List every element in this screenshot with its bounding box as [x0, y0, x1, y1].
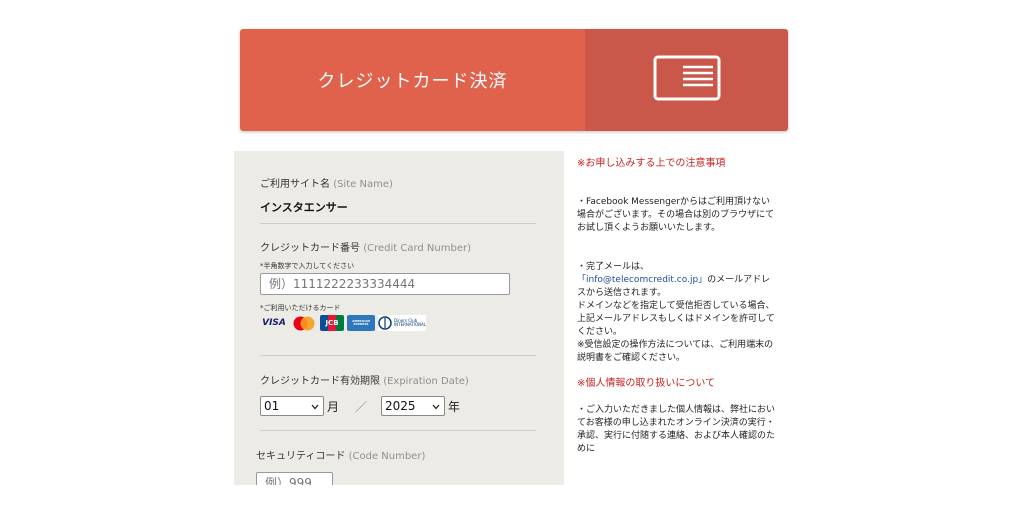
accepted-cards-label: *ご利用いただけるカード	[260, 304, 341, 312]
banner-title: クレジットカード決済	[240, 29, 585, 131]
visa-logo: VISA	[262, 318, 286, 328]
site-name-value: インスタエンサー	[260, 201, 348, 214]
amex-logo: AMERICAN EXPRESS	[347, 315, 375, 331]
security-code-label: セキュリティコード (Code Number)	[256, 451, 426, 462]
notice-heading: ※お申し込みする上での注意事項	[577, 158, 726, 169]
expiration-month-select[interactable]: 01	[260, 396, 324, 416]
receive-settings-notice: ※受信設定の操作方法については、ご利用端末の説明書をご確認ください。	[577, 340, 774, 363]
expiration-label: クレジットカード有効期限 (Expiration Date)	[260, 376, 469, 387]
sender-email-link[interactable]: 「info@telecomcredit.co.jp」	[577, 275, 707, 285]
banner-icon-area	[585, 29, 788, 131]
mastercard-logo	[291, 315, 317, 331]
chevron-down-icon	[311, 399, 319, 413]
divider	[260, 223, 536, 224]
chevron-down-icon	[432, 399, 440, 413]
accepted-cards: VISA JCB AMERICAN EXPRESS Diners Club IN	[260, 315, 536, 331]
payment-form: ご利用サイト名 (Site Name) インスタエンサー クレジットカード番号 …	[234, 151, 564, 485]
diners-club-logo: Diners Club INTERNATIONAL	[378, 315, 426, 331]
card-number-label: クレジットカード番号 (Credit Card Number)	[260, 243, 471, 254]
email-notice: ・完了メールは、 「info@telecomcredit.co.jp」のメールア…	[577, 262, 771, 298]
date-separator: ／	[355, 399, 368, 414]
security-code-section: セキュリティコード (Code Number)	[256, 447, 532, 485]
domain-notice: ドメインなどを指定して受信拒否している場合、上記メールアドレスもしくはドメインを…	[577, 301, 775, 337]
card-number-hint: *半角数字で入力してください	[260, 262, 355, 270]
year-unit: 年	[448, 399, 461, 414]
notice-column: ※お申し込みする上での注意事項 ・Facebook Messengerからはご利…	[577, 151, 777, 485]
privacy-notice: ・ご入力いただきました個人情報は、弊社においてお客様の申し込まれたオンライン決済…	[577, 405, 776, 454]
jcb-logo: JCB	[320, 315, 344, 331]
payment-banner: クレジットカード決済	[240, 29, 788, 131]
security-code-input[interactable]	[256, 472, 333, 485]
divider	[260, 430, 536, 431]
card-number-input[interactable]	[260, 273, 510, 295]
site-name-label: ご利用サイト名 (Site Name)	[260, 179, 393, 190]
credit-card-icon	[653, 55, 721, 105]
site-name-section: ご利用サイト名 (Site Name) インスタエンサー	[260, 175, 536, 215]
expiration-row: 01 月 ／ 2025 年	[260, 396, 536, 416]
messenger-notice: ・Facebook Messengerからはご利用頂けない場合がございます。その…	[577, 197, 775, 233]
privacy-heading: ※個人情報の取り扱いについて	[577, 378, 716, 389]
expiration-year-select[interactable]: 2025	[381, 396, 446, 416]
divider	[260, 355, 536, 356]
card-number-section: クレジットカード番号 (Credit Card Number) *半角数字で入力…	[260, 239, 536, 331]
expiration-section: クレジットカード有効期限 (Expiration Date) 01 月 ／ 20…	[260, 372, 536, 416]
month-unit: 月	[327, 399, 340, 414]
